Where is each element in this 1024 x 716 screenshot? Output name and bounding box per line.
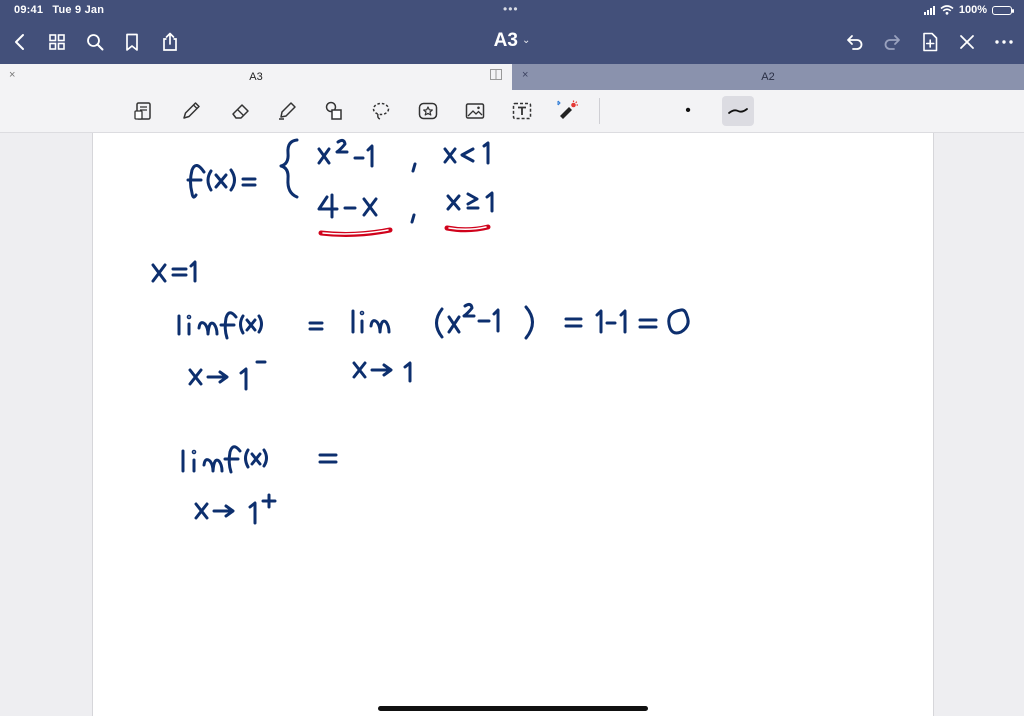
status-time: 09:41 [14, 4, 44, 16]
tab-close-icon[interactable]: × [9, 69, 15, 81]
signal-icon [923, 5, 935, 15]
pen-size-dot: • [685, 102, 691, 119]
add-page-icon[interactable] [918, 30, 942, 54]
chevron-down-icon: ⌄ [521, 35, 531, 46]
laser-pointer-icon[interactable] [552, 96, 582, 126]
multitasking-dots[interactable]: ••• [503, 2, 519, 16]
canvas-area [0, 133, 1024, 716]
tab-label: A2 [761, 71, 775, 83]
search-icon[interactable] [83, 30, 107, 54]
home-indicator[interactable] [378, 706, 648, 711]
tab-a2[interactable]: × A2 [512, 64, 1024, 90]
handwritten-notes [151, 138, 690, 525]
bookmark-icon[interactable] [120, 30, 144, 54]
split-view-icon[interactable] [490, 69, 502, 80]
eraser-icon[interactable] [226, 96, 256, 126]
lasso-icon[interactable] [366, 96, 396, 126]
grid-icon[interactable] [45, 30, 69, 54]
shapes-icon[interactable] [319, 96, 349, 126]
tool-bar: • [0, 90, 1024, 133]
document-title-button[interactable]: A3 ⌄ [494, 30, 531, 51]
share-icon[interactable] [158, 30, 182, 54]
pen-size-dot-icon[interactable]: • [673, 96, 703, 126]
tab-close-icon[interactable]: × [522, 69, 528, 81]
battery-icon [992, 5, 1014, 15]
battery-percent: 100% [958, 4, 987, 16]
note-page[interactable] [92, 133, 934, 716]
status-bar-left: 09:41 Tue 9 Jan [14, 4, 104, 16]
back-icon[interactable] [8, 30, 32, 54]
tab-a3[interactable]: × A3 [0, 64, 512, 90]
wifi-icon [940, 5, 954, 15]
document-title-area: A3 ⌄ [0, 30, 1024, 52]
undo-icon[interactable] [843, 30, 867, 54]
top-bar: 09:41 Tue 9 Jan ••• 100% A3 ⌄ [0, 0, 1024, 64]
tab-label: A3 [249, 71, 263, 83]
pen-icon[interactable] [176, 96, 206, 126]
redo-icon[interactable] [880, 30, 904, 54]
document-title: A3 [493, 30, 518, 51]
status-date: Tue 9 Jan [52, 4, 105, 16]
text-icon[interactable] [507, 96, 537, 126]
sticker-icon[interactable] [413, 96, 443, 126]
toolbar-divider [599, 98, 600, 124]
image-icon[interactable] [460, 96, 490, 126]
more-icon[interactable] [992, 30, 1016, 54]
highlighter-icon[interactable] [272, 96, 302, 126]
status-bar-right: 100% [923, 4, 1014, 16]
tab-bar: × A3 × A2 [0, 64, 1024, 90]
reader-icon[interactable] [129, 96, 159, 126]
pen-stroke-style-icon[interactable] [722, 96, 754, 126]
close-icon[interactable] [955, 30, 979, 54]
